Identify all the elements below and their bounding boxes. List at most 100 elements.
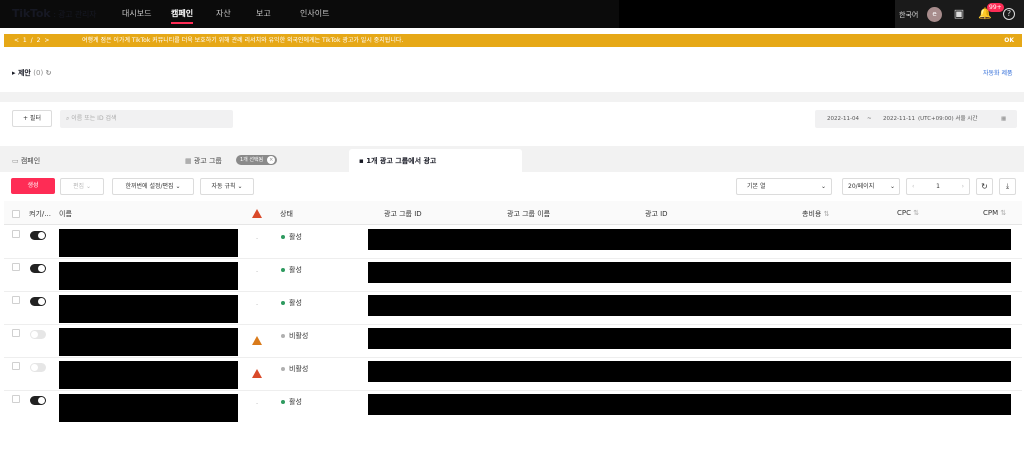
- briefcase-icon[interactable]: ▣: [952, 7, 966, 21]
- status-text: 활성: [289, 299, 302, 307]
- date-start: 2022-11-04: [827, 116, 859, 122]
- nav-dashboard[interactable]: 대시보드: [122, 8, 151, 19]
- status-text: 활성: [289, 266, 302, 274]
- row-checkbox[interactable]: [12, 329, 20, 337]
- automation-link[interactable]: 자동화 제품: [983, 68, 1013, 77]
- date-end: 2022-11-11: [883, 116, 915, 122]
- suggestions-section: [4, 57, 1022, 87]
- bulk-edit-dropdown[interactable]: 한꺼번에 설정/편집 ⌄: [112, 178, 194, 195]
- close-icon: ×: [267, 156, 276, 164]
- onoff-toggle[interactable]: [30, 330, 46, 339]
- notice-banner: < 1 / 2 > 여행계 점은 이가계 TikTok 커뮤니티를 더욱 보호하…: [4, 34, 1022, 47]
- col-status[interactable]: 상태: [280, 209, 293, 219]
- redacted-region: [619, 0, 895, 28]
- status-dot: [281, 268, 285, 272]
- warning-icon: [252, 336, 262, 345]
- row-checkbox[interactable]: [12, 230, 20, 238]
- col-ad-id[interactable]: 광고 ID: [645, 209, 668, 219]
- search-input[interactable]: ⌕ 이름 또는 ID 검색: [60, 110, 233, 128]
- row-checkbox[interactable]: [12, 362, 20, 370]
- status-dot: [281, 301, 285, 305]
- empty-cell: -: [256, 301, 259, 308]
- nav-reports[interactable]: 보고: [256, 8, 271, 19]
- redacted-row-data: [368, 394, 1011, 415]
- col-name[interactable]: 이름: [59, 209, 72, 219]
- select-all-checkbox[interactable]: [12, 210, 20, 218]
- notice-message: 여행계 점은 이가계 TikTok 커뮤니티를 더욱 보호하기 위해 관례 리서…: [82, 37, 404, 44]
- redacted-ad-name: [59, 328, 238, 356]
- redacted-row-data: [368, 229, 1011, 250]
- empty-cell: -: [256, 268, 259, 275]
- row-checkbox[interactable]: [12, 263, 20, 271]
- language-selector[interactable]: 한국어: [899, 10, 918, 20]
- redacted-ad-name: [59, 394, 238, 422]
- calendar-icon: ▦: [1001, 116, 1007, 122]
- per-page-select[interactable]: 20/페이지 ⌄: [842, 178, 900, 195]
- onoff-toggle[interactable]: [30, 396, 46, 405]
- onoff-toggle[interactable]: [30, 363, 46, 372]
- notice-ok-button[interactable]: OK: [1004, 34, 1014, 47]
- notice-pager[interactable]: < 1 / 2 >: [14, 34, 50, 47]
- col-adgroup-id[interactable]: 광고 그룹 ID: [384, 209, 422, 219]
- sort-icon: ⇅: [823, 210, 830, 218]
- edit-button[interactable]: 편집 ⌄: [60, 178, 104, 195]
- pagination[interactable]: ‹ 1 ›: [906, 178, 970, 195]
- suggestions-toggle[interactable]: ▸ 제안 (0) ↻: [12, 68, 52, 78]
- auto-rule-dropdown[interactable]: 자동 규칙 ⌄: [200, 178, 254, 195]
- redacted-ad-name: [59, 229, 238, 257]
- redacted-row-data: [368, 361, 1011, 382]
- status-dot: [281, 367, 285, 371]
- tab-ad[interactable]: ▪ 1개 광고 그룹에서 광고: [359, 156, 436, 166]
- chevron-down-icon: ⌄: [820, 183, 826, 190]
- nav-active-indicator: [171, 22, 193, 24]
- status-label: 활성: [281, 265, 302, 275]
- status-label: 비활성: [281, 331, 308, 341]
- status-dot: [281, 400, 285, 404]
- warning-icon: [252, 209, 262, 218]
- warning-icon: [252, 369, 262, 378]
- status-text: 활성: [289, 233, 302, 241]
- redacted-row-data: [368, 295, 1011, 316]
- status-label: 활성: [281, 397, 302, 407]
- empty-cell: -: [256, 235, 259, 242]
- empty-cell: -: [256, 400, 259, 407]
- folder-icon: ▭: [12, 157, 21, 165]
- col-onoff: 켜기/...: [29, 210, 51, 218]
- date-range-picker[interactable]: 2022-11-04 ~ 2022-11-11 (UTC+09:00) 서울 시…: [815, 110, 1017, 128]
- col-cpc[interactable]: CPC ⇅: [897, 209, 919, 217]
- col-adgroup-name[interactable]: 광고 그룹 이름: [507, 209, 550, 219]
- tab-campaign[interactable]: ▭ 캠페인: [12, 156, 40, 166]
- current-page: 1: [936, 183, 940, 190]
- export-icon[interactable]: ⤓: [999, 178, 1016, 195]
- column-view-select[interactable]: 기본 열 ⌄: [736, 178, 832, 195]
- onoff-toggle[interactable]: [30, 264, 46, 273]
- refresh-icon: ↻: [45, 69, 52, 77]
- redacted-ad-name: [59, 361, 238, 389]
- prev-page-icon: ‹: [912, 183, 915, 190]
- onoff-toggle[interactable]: [30, 297, 46, 306]
- redacted-ad-name: [59, 262, 238, 290]
- avatar[interactable]: e: [927, 7, 942, 22]
- grid-icon: ▦: [185, 157, 194, 165]
- help-icon[interactable]: ?: [1003, 8, 1015, 20]
- onoff-toggle[interactable]: [30, 231, 46, 240]
- adgroup-selected-tag[interactable]: 1개 선택됨 ×: [236, 155, 278, 165]
- nav-assets[interactable]: 자산: [216, 8, 231, 19]
- nav-insights[interactable]: 인사이트: [300, 8, 329, 19]
- timezone-label: (UTC+09:00) 서울 시간: [918, 116, 978, 122]
- table-footer: [4, 423, 1022, 453]
- create-button[interactable]: 생성: [11, 178, 55, 194]
- add-filter-button[interactable]: + 필터: [12, 110, 52, 127]
- row-checkbox[interactable]: [12, 395, 20, 403]
- refresh-button[interactable]: ↻: [976, 178, 993, 195]
- tab-adgroup[interactable]: ▦ 광고 그룹: [185, 156, 222, 166]
- tiktok-logo[interactable]: TikTok: 광고 관리자: [12, 7, 96, 20]
- status-text: 비활성: [289, 332, 309, 340]
- nav-campaign[interactable]: 캠페인: [171, 8, 193, 19]
- col-total-cost[interactable]: 총비용 ⇅: [802, 209, 829, 219]
- row-checkbox[interactable]: [12, 296, 20, 304]
- status-label: 활성: [281, 232, 302, 242]
- redacted-row-data: [368, 328, 1011, 349]
- redacted-ad-name: [59, 295, 238, 323]
- col-cpm[interactable]: CPM ⇅: [983, 209, 1006, 217]
